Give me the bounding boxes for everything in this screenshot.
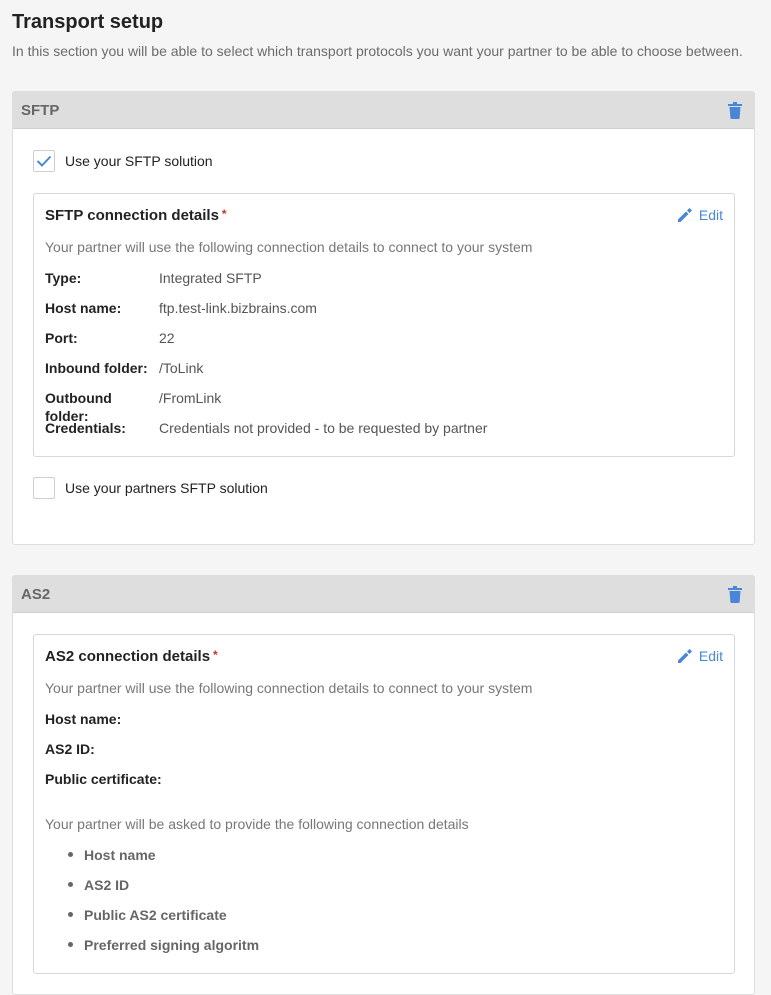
- detail-row-type: Type: Integrated SFTP: [45, 270, 262, 286]
- trash-icon[interactable]: [726, 585, 744, 603]
- as2-section: AS2 AS2 connection details * Edit Your pa…: [12, 575, 755, 995]
- as2-row-host: Host name:: [45, 711, 122, 727]
- as2-row-certificate: Public certificate:: [45, 771, 162, 787]
- as2-card-title: AS2 connection details *: [45, 648, 218, 665]
- as2-connection-card: AS2 connection details * Edit Your partne…: [33, 634, 735, 974]
- required-mark: *: [221, 207, 227, 221]
- sftp-section-header: SFTP: [13, 92, 754, 129]
- detail-row-host: Host name: ftp.test-link.bizbrains.com: [45, 300, 317, 316]
- as2-row-id: AS2 ID:: [45, 741, 95, 757]
- page-subtitle: In this section you will be able to sele…: [12, 43, 743, 59]
- list-item: Public AS2 certificate: [68, 906, 259, 936]
- as2-section-header: AS2: [13, 576, 754, 613]
- list-item: Host name: [68, 846, 259, 876]
- as2-partner-description: Your partner will be asked to provide th…: [45, 816, 469, 832]
- detail-row-credentials: Credentials: Credentials not provided - t…: [45, 420, 488, 436]
- checkmark-icon: [36, 155, 52, 167]
- sftp-connection-card: SFTP connection details * Edit Your partn…: [33, 193, 735, 457]
- sftp-section-title: SFTP: [21, 101, 60, 119]
- pencil-icon: [677, 649, 692, 663]
- detail-row-inbound: Inbound folder:/ToLink: [45, 360, 204, 376]
- as2-edit-button[interactable]: Edit: [677, 648, 723, 664]
- use-partner-sftp-checkbox[interactable]: [33, 477, 55, 499]
- sftp-card-description: Your partner will use the following conn…: [45, 239, 533, 255]
- detail-row-port: Port: 22: [45, 330, 175, 346]
- pencil-icon: [677, 208, 692, 222]
- use-own-sftp-row: Use your SFTP solution: [33, 150, 213, 172]
- as2-partner-list: Host name AS2 ID Public AS2 certificate …: [68, 846, 259, 966]
- use-partner-sftp-row: Use your partners SFTP solution: [33, 477, 268, 499]
- use-partner-sftp-label: Use your partners SFTP solution: [65, 480, 268, 496]
- sftp-card-title: SFTP connection details *: [45, 207, 227, 224]
- list-item: AS2 ID: [68, 876, 259, 906]
- page-header: Transport setup In this section you will…: [0, 0, 771, 60]
- sftp-section: SFTP Use your SFTP solution SFTP connect…: [12, 91, 755, 545]
- use-own-sftp-checkbox[interactable]: [33, 150, 55, 172]
- page-title: Transport setup: [12, 11, 164, 33]
- trash-icon[interactable]: [726, 101, 744, 119]
- as2-section-title: AS2: [21, 585, 51, 603]
- list-item: Preferred signing algoritm: [68, 936, 259, 966]
- as2-card-description: Your partner will use the following conn…: [45, 680, 533, 696]
- required-mark: *: [213, 648, 218, 662]
- use-own-sftp-label: Use your SFTP solution: [65, 153, 213, 169]
- sftp-edit-button[interactable]: Edit: [677, 207, 723, 223]
